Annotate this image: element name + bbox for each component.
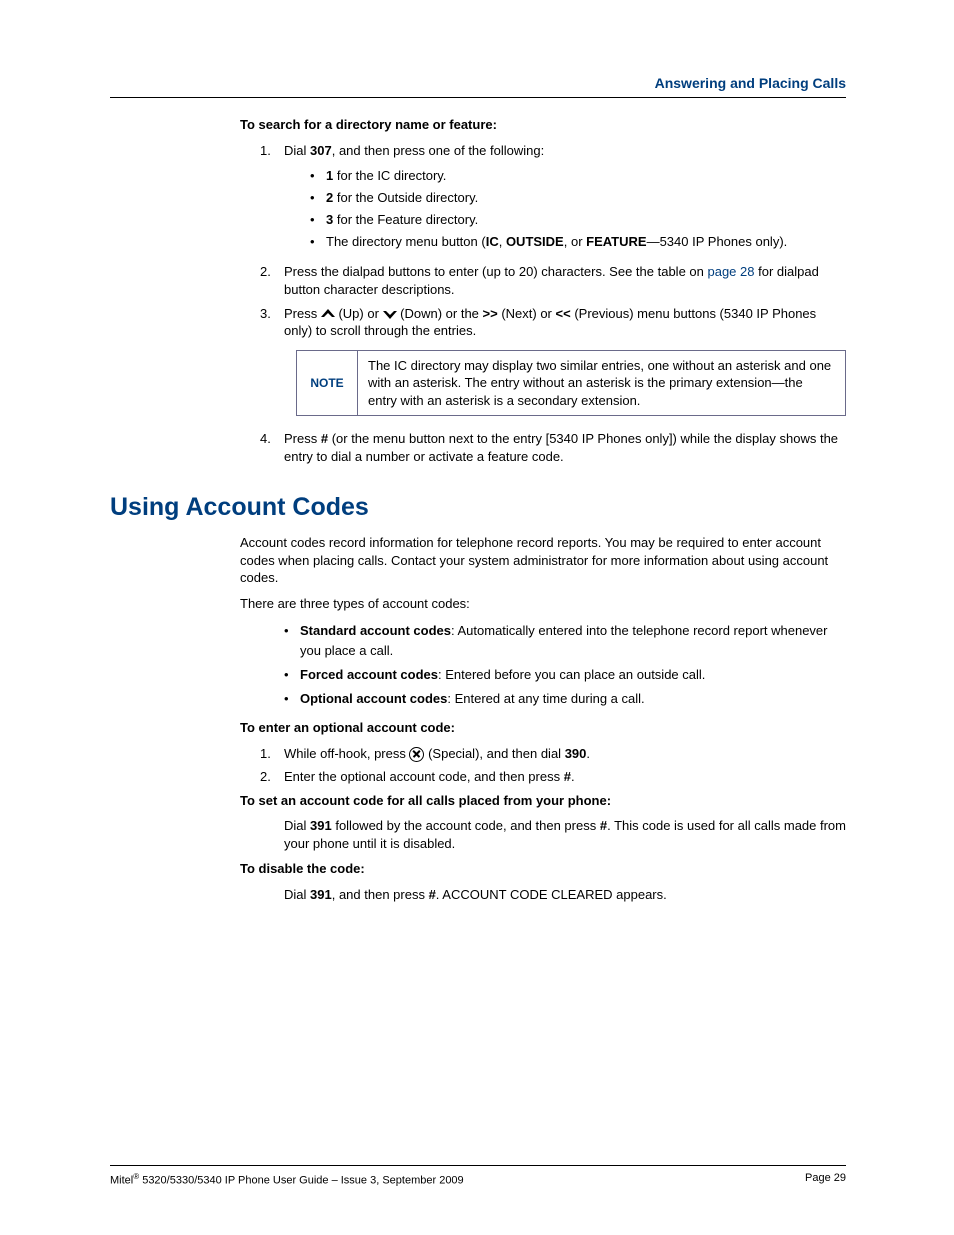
standard-codes: Standard account codes: Automatically en… bbox=[284, 621, 846, 661]
special-button-icon bbox=[409, 747, 424, 762]
step-4: 4. Press # (or the menu button next to t… bbox=[240, 430, 846, 465]
down-arrow-icon bbox=[383, 309, 397, 319]
page-header: Answering and Placing Calls bbox=[110, 75, 846, 98]
optional-codes: Optional account codes: Entered at any t… bbox=[284, 689, 846, 709]
step-2: 2. Press the dialpad buttons to enter (u… bbox=[240, 263, 846, 298]
step1-bullets: 1 for the IC directory. 2 for the Outsid… bbox=[240, 165, 846, 253]
account-codes-heading: Using Account Codes bbox=[110, 493, 846, 522]
step3-next-t: (Next) or bbox=[498, 306, 556, 321]
note-content: The IC directory may display two similar… bbox=[358, 351, 845, 416]
forced-codes: Forced account codes: Entered before you… bbox=[284, 665, 846, 685]
step3-a: Press bbox=[284, 306, 321, 321]
header-title: Answering and Placing Calls bbox=[655, 75, 846, 91]
step-number: 1. bbox=[260, 745, 271, 763]
account-types-list: Standard account codes: Automatically en… bbox=[240, 621, 846, 710]
account-codes-section: Account codes record information for tel… bbox=[240, 534, 846, 903]
account-types-intro: There are three types of account codes: bbox=[240, 595, 846, 613]
page-link[interactable]: page 28 bbox=[707, 264, 754, 279]
disable-code-heading: To disable the code: bbox=[240, 860, 846, 878]
step3-prev: << bbox=[556, 306, 571, 321]
step2-a: Press the dialpad buttons to enter (up t… bbox=[284, 264, 707, 279]
step4-b: (or the menu button next to the entry [5… bbox=[284, 431, 838, 464]
enter-optional-heading: To enter an optional account code: bbox=[240, 719, 846, 737]
bullet-outside: 2 for the Outside directory. bbox=[310, 187, 846, 209]
step-3: 3. Press (Up) or (Down) or the >> (Next)… bbox=[240, 305, 846, 340]
account-intro: Account codes record information for tel… bbox=[240, 534, 846, 587]
step1-text-a: Dial bbox=[284, 143, 310, 158]
step3-up: (Up) or bbox=[338, 306, 382, 321]
search-heading: To search for a directory name or featur… bbox=[240, 116, 846, 134]
footer-left: Mitel® 5320/5330/5340 IP Phone User Guid… bbox=[110, 1172, 464, 1187]
disable-code-text: Dial 391, and then press #. ACCOUNT CODE… bbox=[240, 886, 846, 904]
up-arrow-icon bbox=[321, 309, 335, 319]
step-1: 1. Dial 307, and then press one of the f… bbox=[240, 142, 846, 160]
step1-code: 307 bbox=[310, 143, 332, 158]
step3-down: (Down) or the bbox=[400, 306, 482, 321]
bullet-ic: 1 for the IC directory. bbox=[310, 165, 846, 187]
page-footer: Mitel® 5320/5330/5340 IP Phone User Guid… bbox=[110, 1165, 846, 1187]
step-number: 2. bbox=[260, 263, 271, 281]
footer-right: Page 29 bbox=[805, 1172, 846, 1187]
bullet-feature: 3 for the Feature directory. bbox=[310, 209, 846, 231]
step-number: 2. bbox=[260, 768, 271, 786]
directory-search-section: To search for a directory name or featur… bbox=[240, 116, 846, 465]
note-label: NOTE bbox=[297, 351, 358, 416]
step-number: 4. bbox=[260, 430, 271, 448]
page: Answering and Placing Calls To search fo… bbox=[0, 0, 954, 1235]
set-code-text: Dial 391 followed by the account code, a… bbox=[240, 817, 846, 852]
step1-text-b: , and then press one of the following: bbox=[332, 143, 544, 158]
note-box: NOTE The IC directory may display two si… bbox=[296, 350, 846, 417]
step4-hash: # bbox=[321, 431, 328, 446]
enter-step-1: 1. While off-hook, press (Special), and … bbox=[240, 745, 846, 763]
step-number: 1. bbox=[260, 142, 271, 160]
bullet-menu-button: The directory menu button (IC, OUTSIDE, … bbox=[310, 231, 846, 253]
set-code-heading: To set an account code for all calls pla… bbox=[240, 792, 846, 810]
enter-step-2: 2. Enter the optional account code, and … bbox=[240, 768, 846, 786]
step4-a: Press bbox=[284, 431, 321, 446]
step-number: 3. bbox=[260, 305, 271, 323]
step3-next: >> bbox=[483, 306, 498, 321]
